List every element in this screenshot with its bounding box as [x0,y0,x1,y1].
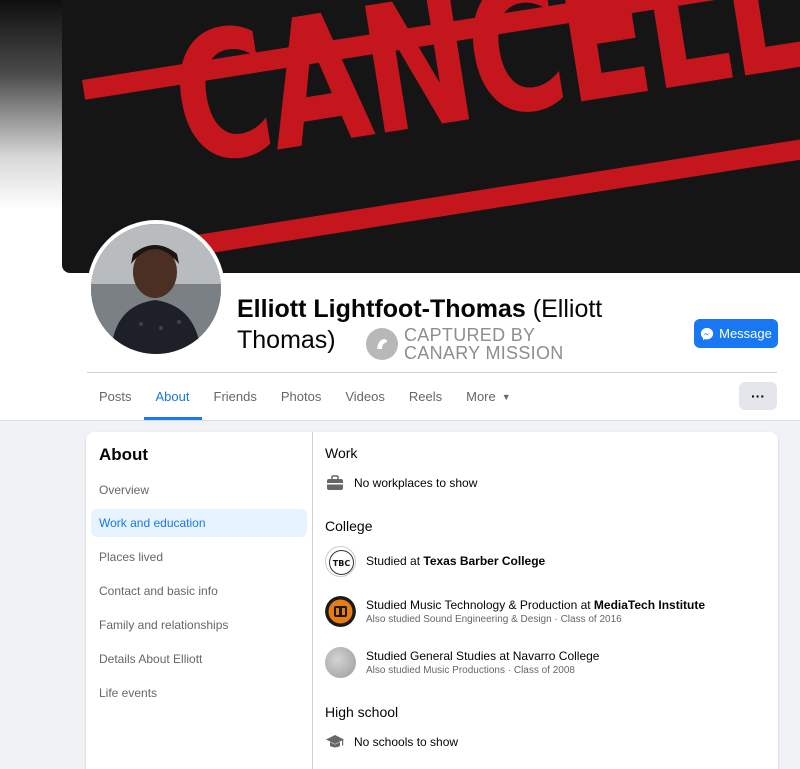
work-empty-text: No workplaces to show [354,476,478,490]
about-nav-places-lived[interactable]: Places lived [91,543,307,571]
tab-friends[interactable]: Friends [202,373,269,420]
message-button[interactable]: Message [694,319,778,348]
tab-label: Reels [408,389,443,404]
tbc-logo[interactable]: TBC [325,546,356,577]
high-school-section-title: High school [325,704,399,720]
work-section-title: Work [325,445,358,461]
about-nav-life-events[interactable]: Life events [91,679,307,707]
about-nav-contact-info[interactable]: Contact and basic info [91,577,307,605]
college-entry: TBC Studied at Texas Barber College [325,546,545,577]
captured-line-1: CAPTURED BY [404,325,536,345]
about-nav-details[interactable]: Details About Elliott [91,645,307,673]
about-card: About Overview Work and education Places… [86,432,778,769]
tab-photos[interactable]: Photos [269,373,333,420]
college-school-link[interactable]: MediaTech Institute [594,598,705,612]
card-divider [312,432,313,769]
college-entry-title: Studied Music Technology & Production at… [366,598,705,613]
messenger-icon [701,327,714,340]
mediatech-logo[interactable] [325,596,356,627]
profile-alt-name-continued: Thomas) [237,326,336,354]
left-edge-gradient [0,0,62,210]
about-nav-family[interactable]: Family and relationships [91,611,307,639]
profile-avatar[interactable] [87,220,225,358]
captured-watermark: CAPTURED BY CANARY MISSION [366,326,564,362]
tab-label: Videos [345,389,385,404]
tab-label: Photos [280,389,322,404]
briefcase-icon [325,473,345,493]
about-nav-work-and-education[interactable]: Work and education [91,509,307,537]
college-prefix: Studied General Studies at Navarro Colle… [366,648,600,663]
tab-label: More [466,389,496,404]
tab-label: Posts [99,389,132,404]
header-bottom-border [0,420,800,421]
tab-label: Friends [213,389,257,404]
tab-more[interactable]: More ▼ [454,373,523,420]
message-button-label: Message [719,326,772,341]
tab-posts[interactable]: Posts [87,373,144,420]
graduation-cap-icon [325,732,345,752]
college-entry: Studied Music Technology & Production at… [325,596,705,627]
profile-header: CANCELLED Elliott Lightfoot-Thomas (Elli… [0,0,800,421]
college-entry-subtitle: Also studied Music Productions · Class o… [366,664,575,676]
tab-label: About [155,389,190,404]
caret-down-icon: ▼ [501,391,511,402]
college-prefix: Studied Music Technology & Production at [366,597,594,612]
canary-bird-icon [366,328,398,360]
college-prefix: Studied at [366,554,424,568]
profile-alt-name: (Elliott [532,295,603,323]
tab-videos[interactable]: Videos [333,373,397,420]
college-entry: Studied General Studies at Navarro Colle… [325,647,599,678]
high-school-empty-row: No schools to show [325,732,458,752]
about-nav-overview[interactable]: Overview [91,476,307,504]
tab-reels[interactable]: Reels [397,373,454,420]
tbc-logo-text: TBC [333,559,351,568]
college-entry-title: Studied at Texas Barber College [366,554,545,569]
college-entry-title: Studied General Studies at Navarro Colle… [366,649,599,664]
college-section-title: College [325,518,373,534]
navarro-logo[interactable] [325,647,356,678]
high-school-empty-text: No schools to show [354,735,459,749]
profile-name: Elliott Lightfoot-Thomas (Elliott [237,293,602,325]
college-school-link[interactable]: Texas Barber College [423,554,545,568]
about-title: About [99,445,149,464]
profile-name-main: Elliott Lightfoot-Thomas [237,295,526,323]
more-actions-button[interactable]: ··· [739,382,777,410]
captured-line-2: CANARY MISSION [404,343,564,363]
tab-about[interactable]: About [143,373,202,420]
college-entry-subtitle: Also studied Sound Engineering & Design … [366,613,622,625]
work-empty-row: No workplaces to show [325,473,477,493]
profile-tabs: Posts About Friends Photos Videos Reels … [87,373,523,420]
